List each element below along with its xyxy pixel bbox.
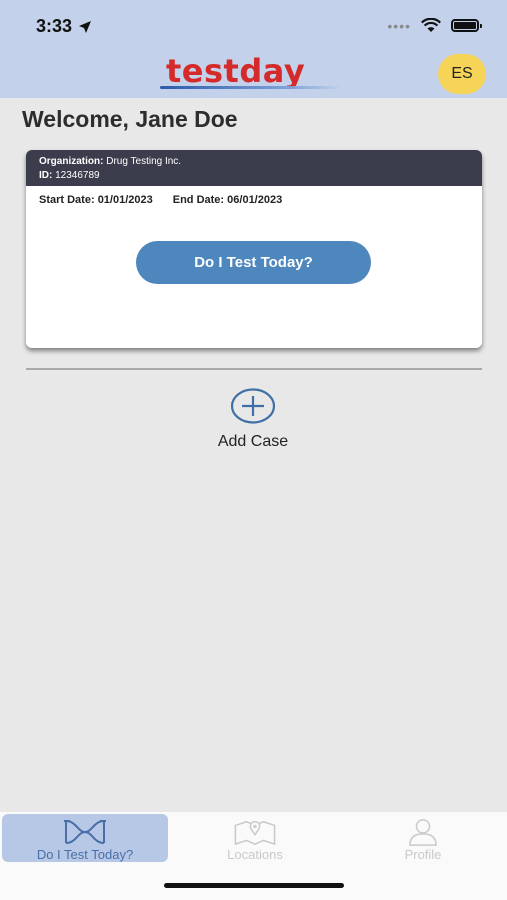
home-indicator [164,883,344,888]
do-i-test-today-button[interactable]: Do I Test Today? [136,241,371,284]
welcome-title: Welcome, Jane Doe [22,106,238,132]
case-card-header: Organization: Drug Testing Inc. ID: 1234… [26,150,482,186]
case-dates: Start Date: 01/01/2023 End Date: 06/01/2… [39,194,282,206]
tab-label-profile: Profile [404,847,442,862]
section-divider [26,368,482,370]
id-value: 12346789 [55,170,100,181]
start-date-value: 01/01/2023 [97,194,153,206]
organization-label: Organization: [39,156,104,167]
organization-row: Organization: Drug Testing Inc. [39,155,469,169]
plus-circle-icon [230,388,276,424]
test-today-icon [64,820,106,844]
testday-logo: testday [160,52,348,94]
app-header: 3:33 •••• testday ES [0,0,507,98]
avatar-initials: ES [451,65,473,82]
tab-locations[interactable]: Locations [172,814,338,862]
add-case-label: Add Case [217,433,289,450]
wifi-icon [421,18,441,32]
signal-dots-icon: •••• [387,17,411,34]
end-date-value: 06/01/2023 [227,194,283,206]
id-row: ID: 12346789 [39,169,469,183]
tab-profile[interactable]: Profile [340,814,506,862]
avatar[interactable]: ES [438,54,486,94]
status-icons: •••• [387,17,482,34]
tab-do-i-test-today[interactable]: Do I Test Today? [2,814,168,862]
end-date-label: End Date: [172,194,225,206]
map-pin-icon [234,820,276,846]
start-date-label: Start Date: [39,194,95,206]
start-date: Start Date: 01/01/2023 [39,194,153,206]
id-label: ID: [39,170,53,181]
organization-value: Drug Testing Inc. [106,156,182,167]
tab-label-test-today: Do I Test Today? [36,847,134,862]
end-date: End Date: 06/01/2023 [173,194,282,206]
location-arrow-icon [79,20,92,33]
battery-icon [451,19,482,32]
logo-underline [160,86,342,89]
case-card: Organization: Drug Testing Inc. ID: 1234… [26,150,482,348]
tab-label-locations: Locations [227,847,283,862]
logo-text: testday [166,52,306,90]
add-case-button[interactable]: Add Case [203,388,303,451]
time-label: 3:33 [36,16,73,36]
person-icon [409,819,437,846]
status-time: 3:33 [36,16,92,37]
